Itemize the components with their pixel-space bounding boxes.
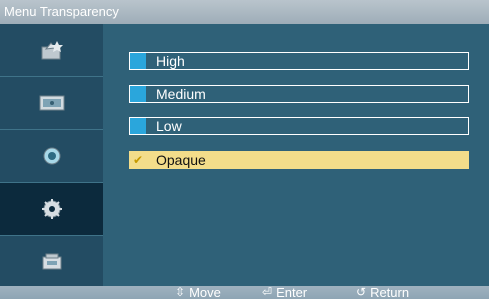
setup-icon bbox=[41, 199, 62, 219]
transparency-swatch-icon bbox=[130, 53, 146, 69]
hint-return-label: Return bbox=[370, 285, 410, 300]
option-label: High bbox=[156, 53, 185, 69]
hint-move: ⇳ Move bbox=[175, 285, 221, 300]
option-label: Low bbox=[156, 118, 182, 134]
channel-icon bbox=[43, 147, 60, 165]
sidebar-item-input[interactable] bbox=[0, 236, 103, 288]
option-low[interactable]: Low bbox=[129, 117, 469, 135]
title-bar: Menu Transparency bbox=[0, 0, 489, 24]
sidebar-item-channel[interactable] bbox=[0, 130, 103, 182]
sidebar-item-sound[interactable] bbox=[0, 77, 103, 129]
sound-icon bbox=[39, 95, 64, 111]
option-medium[interactable]: Medium bbox=[129, 85, 469, 103]
option-opaque[interactable]: ✔ Opaque bbox=[129, 151, 469, 169]
option-label: Medium bbox=[156, 86, 206, 102]
option-high[interactable]: High bbox=[129, 52, 469, 70]
return-icon: ↺ bbox=[356, 285, 367, 299]
hint-return: ↺ Return bbox=[356, 285, 410, 300]
option-label: Opaque bbox=[156, 152, 206, 168]
sidebar-item-picture[interactable] bbox=[0, 24, 103, 76]
sidebar-item-setup[interactable] bbox=[0, 183, 103, 235]
osd-menu: Menu Transparency High Medium Low ✔ Opaq… bbox=[0, 0, 489, 299]
hint-enter: ⏎ Enter bbox=[262, 285, 308, 300]
control-hints-bar: ⇳ Move ⏎ Enter ↺ Return bbox=[0, 286, 489, 299]
menu-title: Menu Transparency bbox=[4, 4, 119, 19]
input-icon bbox=[42, 253, 61, 270]
checkmark-icon: ✔ bbox=[133, 153, 144, 167]
transparency-options: High Medium Low ✔ Opaque bbox=[103, 24, 489, 286]
hint-move-label: Move bbox=[189, 285, 221, 300]
transparency-swatch-icon bbox=[130, 86, 146, 102]
hint-enter-label: Enter bbox=[276, 285, 308, 300]
transparency-swatch-icon bbox=[130, 118, 146, 134]
enter-icon: ⏎ bbox=[262, 285, 273, 299]
sidebar bbox=[0, 24, 103, 286]
picture-icon bbox=[41, 41, 63, 60]
updown-arrows-icon: ⇳ bbox=[175, 285, 186, 299]
